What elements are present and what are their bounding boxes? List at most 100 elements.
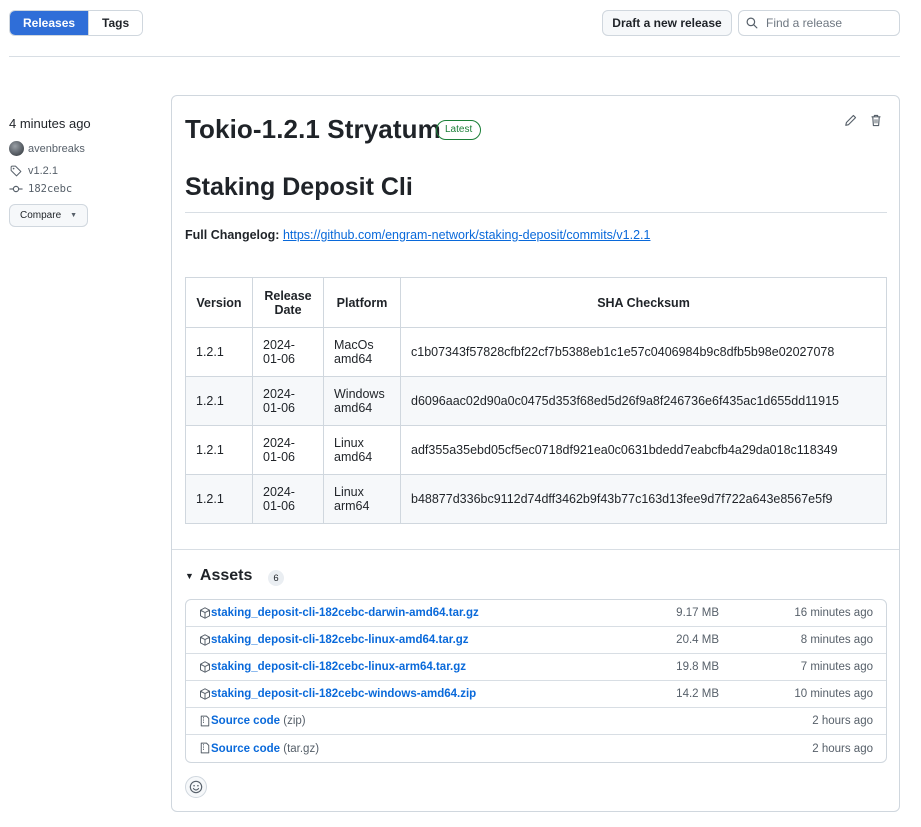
assets-count-badge: 6 <box>268 570 284 586</box>
changelog-line: Full Changelog: https://github.com/engra… <box>185 228 651 242</box>
assets-list: staking_deposit-cli-182cebc-darwin-amd64… <box>185 599 887 763</box>
asset-size: 9.17 MB <box>676 607 719 619</box>
checksum-table: Version Release Date Platform SHA Checks… <box>185 277 887 524</box>
changelog-label: Full Changelog <box>185 228 276 242</box>
author-name[interactable]: avenbreaks <box>28 143 85 155</box>
table-row: 1.2.1 2024-01-06 MacOs amd64 c1b07343f57… <box>185 327 887 377</box>
commit-row[interactable]: 182cebc <box>9 182 72 196</box>
col-version: Version <box>185 277 253 328</box>
compare-label: Compare <box>20 210 62 221</box>
draft-new-release-button[interactable]: Draft a new release <box>602 10 732 36</box>
table-row: 1.2.1 2024-01-06 Windows amd64 d6096aac0… <box>185 376 887 426</box>
chevron-down-icon: ▼ <box>70 212 78 219</box>
cell-version: 1.2.1 <box>185 474 253 524</box>
asset-time: 8 minutes ago <box>800 634 873 646</box>
commit-icon <box>9 182 23 196</box>
add-reaction-button[interactable] <box>185 776 207 798</box>
cell-date: 2024-01-06 <box>252 327 324 377</box>
cell-platform: Linux amd64 <box>323 425 401 475</box>
list-item: Source code (tar.gz) 2 hours ago <box>186 735 886 762</box>
smiley-icon <box>189 780 203 794</box>
cell-platform: Windows amd64 <box>323 376 401 426</box>
asset-name: staking_deposit-cli-182cebc-windows-amd6… <box>211 688 477 700</box>
table-header-row: Version Release Date Platform SHA Checks… <box>185 277 887 328</box>
cell-sha: adf355a35ebd05cf5ec0718df921ea0c0631bded… <box>400 425 887 475</box>
search-box[interactable] <box>738 10 900 36</box>
cell-sha: c1b07343f57828cfbf22cf7b5388eb1c1e57c040… <box>400 327 887 377</box>
table-row: 1.2.1 2024-01-06 Linux amd64 adf355a35eb… <box>185 425 887 475</box>
asset-time: 16 minutes ago <box>794 607 873 619</box>
asset-size: 20.4 MB <box>676 634 719 646</box>
cell-sha: b48877d336bc9112d74dff3462b9f43b77c163d1… <box>400 474 887 524</box>
assets-title: Assets <box>199 567 253 584</box>
caret-down-icon: ▼ <box>185 571 194 581</box>
asset-time: 2 hours ago <box>812 715 873 727</box>
file-zip-icon <box>199 742 211 754</box>
release-title[interactable]: Tokio-1.2.1 Stryatum <box>185 114 441 145</box>
cell-version: 1.2.1 <box>185 327 253 377</box>
asset-size: 19.8 MB <box>676 661 719 673</box>
release-notes-heading: Staking Deposit Cli <box>185 173 413 201</box>
trash-icon[interactable] <box>868 112 884 128</box>
cell-platform: MacOs amd64 <box>323 327 401 377</box>
assets-toggle[interactable]: ▼ Assets <box>185 567 252 585</box>
asset-suffix: (tar.gz) <box>283 742 320 755</box>
header-divider <box>9 56 900 57</box>
asset-name: Source code <box>211 742 281 755</box>
heading-rule <box>185 212 887 213</box>
tag-icon <box>9 164 23 178</box>
search-input[interactable] <box>764 15 894 31</box>
tag-label[interactable]: v1.2.1 <box>28 165 58 177</box>
asset-link[interactable]: staking_deposit-cli-182cebc-linux-arm64.… <box>211 661 466 673</box>
package-icon <box>199 661 211 673</box>
package-icon <box>199 607 211 619</box>
table-row: 1.2.1 2024-01-06 Linux arm64 b48877d336b… <box>185 474 887 524</box>
tab-tags[interactable]: Tags <box>88 11 143 35</box>
avatar <box>9 141 24 156</box>
asset-suffix: (zip) <box>283 715 306 727</box>
cell-date: 2024-01-06 <box>252 474 324 524</box>
cell-platform: Linux arm64 <box>323 474 401 524</box>
view-toggle: Releases Tags <box>9 10 144 36</box>
tab-releases[interactable]: Releases <box>10 11 89 35</box>
asset-link[interactable]: staking_deposit-cli-182cebc-linux-amd64.… <box>211 634 469 646</box>
cell-version: 1.2.1 <box>185 376 253 426</box>
asset-time: 10 minutes ago <box>794 688 873 700</box>
package-icon <box>199 688 211 700</box>
asset-link[interactable]: staking_deposit-cli-182cebc-windows-amd6… <box>211 688 476 700</box>
edit-icon[interactable] <box>842 112 858 128</box>
asset-time: 2 hours ago <box>812 742 873 755</box>
asset-size: 14.2 MB <box>676 688 719 700</box>
list-item: staking_deposit-cli-182cebc-linux-arm64.… <box>186 654 886 681</box>
source-code-link[interactable]: Source code (tar.gz) <box>211 743 319 755</box>
asset-time: 7 minutes ago <box>800 661 873 673</box>
cell-date: 2024-01-06 <box>252 425 324 475</box>
latest-badge: Latest <box>436 120 482 140</box>
cell-date: 2024-01-06 <box>252 376 324 426</box>
asset-link[interactable]: staking_deposit-cli-182cebc-darwin-amd64… <box>211 607 479 619</box>
list-item: staking_deposit-cli-182cebc-windows-amd6… <box>186 681 886 708</box>
file-zip-icon <box>199 715 211 727</box>
search-icon <box>746 17 758 29</box>
tag-row[interactable]: v1.2.1 <box>9 164 58 178</box>
list-item: staking_deposit-cli-182cebc-linux-amd64.… <box>186 627 886 654</box>
asset-name: staking_deposit-cli-182cebc-linux-amd64.… <box>211 634 469 646</box>
asset-name: staking_deposit-cli-182cebc-darwin-amd64… <box>211 607 479 619</box>
package-icon <box>199 634 211 646</box>
release-time: 4 minutes ago <box>9 116 91 131</box>
source-code-link[interactable]: Source code (zip) <box>211 715 306 727</box>
cell-sha: d6096aac02d90a0c0475d353f68ed5d26f9a8f24… <box>400 376 887 426</box>
compare-button[interactable]: Compare ▼ <box>9 204 88 227</box>
col-sha-checksum: SHA Checksum <box>400 277 887 328</box>
list-item: Source code (zip) 2 hours ago <box>186 708 886 735</box>
changelog-link[interactable]: https://github.com/engram-network/stakin… <box>283 228 651 242</box>
col-platform: Platform <box>323 277 401 328</box>
assets-divider <box>172 549 899 550</box>
cell-version: 1.2.1 <box>185 425 253 475</box>
release-card: Tokio-1.2.1 Stryatum Latest Staking Depo… <box>171 95 900 812</box>
list-item: staking_deposit-cli-182cebc-darwin-amd64… <box>186 600 886 627</box>
author-row[interactable]: avenbreaks <box>9 141 85 156</box>
col-release-date: Release Date <box>252 277 324 328</box>
commit-label[interactable]: 182cebc <box>28 183 72 195</box>
asset-name: Source code <box>211 715 281 727</box>
